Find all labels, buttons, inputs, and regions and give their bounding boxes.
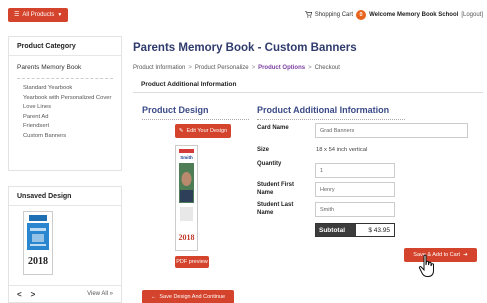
student-last-name-field[interactable]: Smith (315, 202, 395, 217)
divider (133, 92, 483, 93)
page-title: Parents Memory Book - Custom Banners (133, 42, 357, 54)
save-design-continue-button[interactable]: ← Save Design And Continue (142, 290, 234, 303)
unsaved-design-thumbnail[interactable]: 2018 (23, 211, 53, 275)
sidebar-item-standard-yearbook[interactable]: Standard Yearbook (23, 84, 113, 93)
unsaved-design-nav: < > View All » (9, 285, 121, 302)
logout-link[interactable]: [Logout] (461, 12, 483, 18)
sidebar-item-love-lines[interactable]: Love Lines (23, 103, 113, 112)
breadcrumb-separator: > (188, 65, 192, 71)
breadcrumb-separator: > (308, 65, 312, 71)
additional-info-title: Product Additional Information (257, 105, 390, 115)
product-design-title: Product Design (142, 105, 209, 115)
subtotal-value: $ 43.95 (356, 224, 394, 236)
arrow-left-icon: ← (150, 294, 157, 300)
view-all-link[interactable]: View All » (87, 291, 113, 297)
product-category-panel: Product Category Parents Memory Book Sta… (8, 36, 122, 171)
cart-count-badge: 0 (356, 10, 367, 20)
breadcrumb-product-options: Product Options (258, 65, 306, 71)
caret-down-icon: ▼ (57, 12, 63, 18)
shopping-cart-link[interactable]: Shopping Cart (315, 12, 353, 18)
sidebar-title: Product Category (17, 43, 76, 50)
unsaved-design-panel: Unsaved Design 2018 < > View All » (8, 186, 122, 303)
grid-icon: ☰ (14, 12, 20, 18)
chevron-left-icon[interactable]: < (17, 290, 22, 299)
unsaved-design-title: Unsaved Design (17, 193, 72, 200)
breadcrumb-checkout[interactable]: Checkout (315, 65, 340, 71)
account-bar: Shopping Cart 0 Welcome Memory Book Scho… (304, 10, 483, 20)
section-heading: Product Additional Information (141, 81, 237, 88)
welcome-text: Welcome Memory Book School (369, 12, 459, 18)
top-bar: ☰ All Products ▼ Shopping Cart 0 Welcome… (0, 0, 487, 30)
all-products-button[interactable]: ☰ All Products ▼ (8, 8, 69, 22)
save-add-to-cart-button[interactable]: Save & Add to Cart ➜ (404, 248, 477, 262)
divider (257, 119, 405, 120)
sidebar-item-parent-ad[interactable]: Parent Ad (23, 113, 113, 122)
subtotal-box: Subtotal $ 43.95 (315, 223, 395, 237)
category-list: Standard Yearbook Yearbook with Personal… (9, 79, 121, 140)
hand-pointer-icon (418, 254, 438, 278)
cart-icon[interactable] (304, 10, 312, 20)
edit-design-label: Edit Your Design (186, 128, 228, 134)
breadcrumb: Product Information > Product Personaliz… (133, 65, 483, 71)
subtotal-label: Subtotal (316, 224, 356, 236)
breadcrumb-product-information[interactable]: Product Information (133, 65, 185, 71)
sidebar-item-custom-banners[interactable]: Custom Banners (23, 132, 113, 141)
quantity-field[interactable]: 1 (315, 163, 395, 178)
card-name-label: Card Name (257, 125, 289, 131)
edit-icon: ✎ (178, 128, 184, 134)
preview-name: Smith (180, 155, 193, 160)
pdf-preview-label: PDF preview (176, 259, 208, 265)
student-first-name-field[interactable]: Henry (315, 182, 395, 197)
sidebar-item-personalized-cover[interactable]: Yearbook with Personalized Cover (23, 94, 113, 103)
preview-year: 2018 (179, 233, 195, 242)
chevron-right-icon[interactable]: > (31, 290, 36, 299)
all-products-label: All Products (22, 12, 55, 18)
sidebar-item-friendsert[interactable]: Friendsert (23, 122, 113, 131)
student-first-name-label: Student First Name (257, 182, 294, 196)
current-category[interactable]: Parents Memory Book (9, 56, 121, 78)
pdf-preview-button[interactable]: PDF preview (175, 256, 209, 268)
arrow-right-icon: ➜ (463, 252, 468, 258)
card-name-field[interactable]: Grad Banners (315, 123, 468, 138)
save-continue-label: Save Design And Continue (159, 294, 226, 300)
divider (142, 119, 249, 120)
unsaved-thumb-year: 2018 (28, 256, 48, 267)
quantity-label: Quantity (257, 161, 282, 167)
edit-design-button[interactable]: ✎ Edit Your Design (175, 124, 231, 138)
design-preview[interactable]: Smith 2018 (175, 145, 198, 251)
size-value: 18 x 54 inch vertical (316, 147, 368, 153)
size-label: Size (257, 147, 270, 153)
breadcrumb-product-personalize[interactable]: Product Personalize (195, 65, 249, 71)
breadcrumb-separator: > (251, 65, 256, 71)
student-last-name-label: Student Last Name (257, 202, 294, 216)
divider (9, 205, 121, 206)
